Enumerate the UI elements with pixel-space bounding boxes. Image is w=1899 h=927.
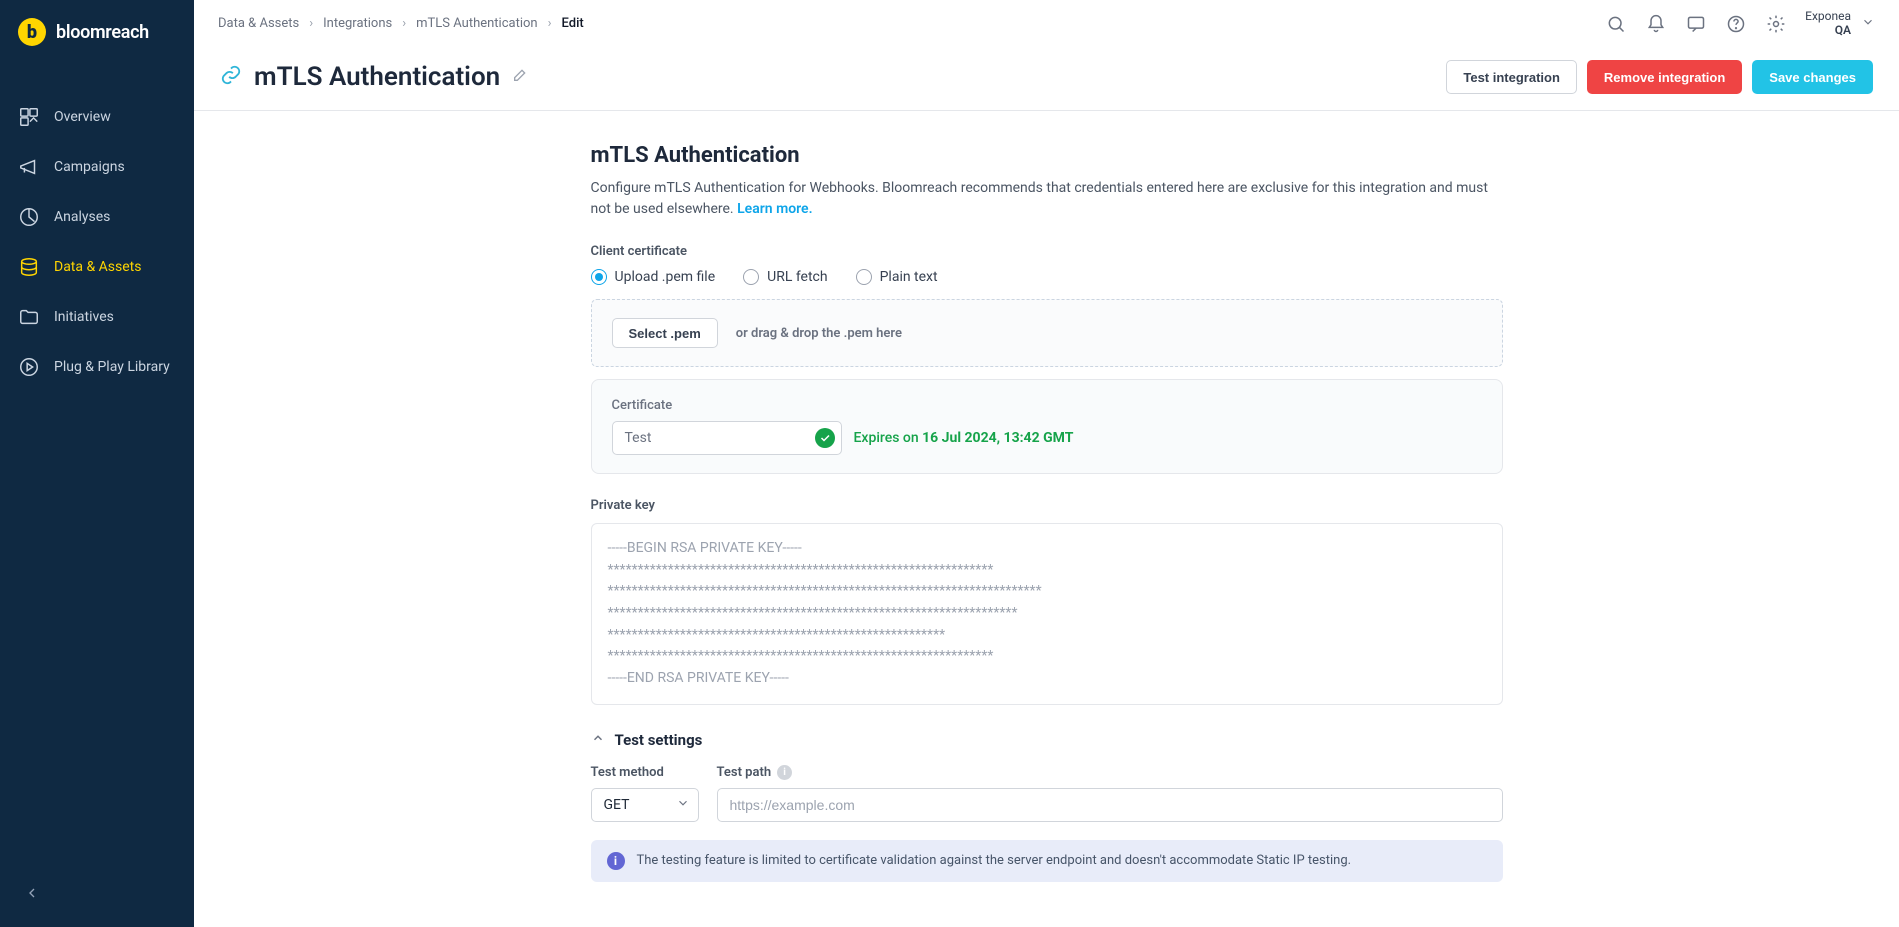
testing-notice: i The testing feature is limited to cert… xyxy=(591,840,1503,882)
info-circle-icon: i xyxy=(607,852,625,870)
notifications-button[interactable] xyxy=(1645,13,1667,35)
dropzone-hint: or drag & drop the .pem here xyxy=(736,326,902,341)
logo-badge: b xyxy=(18,18,46,46)
page-header: mTLS Authentication Test integration Rem… xyxy=(194,48,1899,111)
radio-url-fetch[interactable]: URL fetch xyxy=(743,269,827,285)
breadcrumb-link[interactable]: Data & Assets xyxy=(218,16,299,31)
collapse-sidebar-button[interactable] xyxy=(18,879,46,907)
sidebar-item-overview[interactable]: Overview xyxy=(0,92,194,142)
radio-label: Upload .pem file xyxy=(615,269,716,285)
megaphone-icon xyxy=(18,156,40,178)
edit-title-button[interactable] xyxy=(512,67,528,87)
sidebar-item-label: Campaigns xyxy=(54,159,125,175)
test-settings-row: Test method GET Test path i xyxy=(591,765,1503,822)
chevron-down-icon xyxy=(1861,15,1875,33)
test-settings-toggle[interactable]: Test settings xyxy=(591,731,1503,749)
chevron-right-icon: › xyxy=(309,16,313,31)
chevron-down-icon xyxy=(676,796,690,814)
section-description: Configure mTLS Authentication for Webhoo… xyxy=(591,178,1503,220)
section-title: mTLS Authentication xyxy=(591,143,1503,168)
sidebar-item-label: Analyses xyxy=(54,209,110,225)
test-method-label: Test method xyxy=(591,765,699,780)
gear-icon xyxy=(1766,14,1786,34)
main-nav: Overview Campaigns Analyses Data & Asset… xyxy=(0,64,194,392)
remove-integration-button[interactable]: Remove integration xyxy=(1587,60,1742,94)
breadcrumb-current: Edit xyxy=(562,16,584,31)
help-button[interactable] xyxy=(1725,13,1747,35)
sidebar-item-label: Overview xyxy=(54,109,111,125)
account-org: Exponea xyxy=(1805,10,1851,24)
search-icon xyxy=(1606,14,1626,34)
sidebar-item-analyses[interactable]: Analyses xyxy=(0,192,194,242)
folder-icon xyxy=(18,306,40,328)
save-changes-button[interactable]: Save changes xyxy=(1752,60,1873,94)
radio-label: URL fetch xyxy=(767,269,827,285)
sidebar-item-campaigns[interactable]: Campaigns xyxy=(0,142,194,192)
select-pem-button[interactable]: Select .pem xyxy=(612,318,718,348)
test-path-label: Test path i xyxy=(717,765,1503,780)
play-circle-icon xyxy=(18,356,40,378)
sidebar-item-initiatives[interactable]: Initiatives xyxy=(0,292,194,342)
dashboard-icon xyxy=(18,106,40,128)
breadcrumb: Data & Assets › Integrations › mTLS Auth… xyxy=(218,16,584,31)
sidebar-item-label: Initiatives xyxy=(54,309,114,325)
pencil-icon xyxy=(512,67,528,83)
logo[interactable]: b bloomreach xyxy=(0,14,194,64)
certificate-expiry: Expires on 16 Jul 2024, 13:42 GMT xyxy=(854,430,1074,446)
check-circle-icon xyxy=(815,428,835,448)
chevron-up-icon xyxy=(591,731,605,749)
logo-text: bloomreach xyxy=(56,22,149,43)
account-env: QA xyxy=(1835,24,1851,38)
content: mTLS Authentication Configure mTLS Authe… xyxy=(194,111,1899,927)
certificate-name-value: Test xyxy=(625,430,652,446)
radio-icon xyxy=(856,269,872,285)
private-key-textarea[interactable]: -----BEGIN RSA PRIVATE KEY----- ********… xyxy=(591,523,1503,705)
chevron-right-icon: › xyxy=(548,16,552,31)
database-icon xyxy=(18,256,40,278)
learn-more-link[interactable]: Learn more. xyxy=(737,201,812,217)
test-integration-button[interactable]: Test integration xyxy=(1446,60,1577,94)
sidebar: b bloomreach Overview Campaigns Analyses… xyxy=(0,0,194,927)
topbar: Data & Assets › Integrations › mTLS Auth… xyxy=(194,0,1899,48)
sidebar-item-label: Plug & Play Library xyxy=(54,359,170,375)
sidebar-item-plug-play[interactable]: Plug & Play Library xyxy=(0,342,194,392)
page-title: mTLS Authentication xyxy=(254,62,500,92)
pem-dropzone[interactable]: Select .pem or drag & drop the .pem here xyxy=(591,299,1503,367)
radio-label: Plain text xyxy=(880,269,938,285)
settings-button[interactable] xyxy=(1765,13,1787,35)
client-cert-label: Client certificate xyxy=(591,244,1503,259)
chart-icon xyxy=(18,206,40,228)
cert-source-radio-group: Upload .pem file URL fetch Plain text xyxy=(591,269,1503,285)
radio-icon xyxy=(591,269,607,285)
test-settings-title: Test settings xyxy=(615,731,703,749)
sidebar-item-data-assets[interactable]: Data & Assets xyxy=(0,242,194,292)
chat-icon xyxy=(1686,14,1706,34)
link-icon xyxy=(220,64,242,90)
messages-button[interactable] xyxy=(1685,13,1707,35)
certificate-label: Certificate xyxy=(612,398,1482,413)
info-icon[interactable]: i xyxy=(777,765,792,780)
certificate-name-field[interactable]: Test xyxy=(612,421,842,455)
breadcrumb-link[interactable]: mTLS Authentication xyxy=(416,16,537,31)
topbar-actions: Exponea QA xyxy=(1605,10,1875,38)
chevron-right-icon: › xyxy=(402,16,406,31)
radio-plain-text[interactable]: Plain text xyxy=(856,269,938,285)
search-button[interactable] xyxy=(1605,13,1627,35)
bell-icon xyxy=(1646,14,1666,34)
certificate-card: Certificate Test Expires on 16 Jul 2024,… xyxy=(591,379,1503,474)
notice-text: The testing feature is limited to certif… xyxy=(637,853,1352,868)
main-area: Data & Assets › Integrations › mTLS Auth… xyxy=(194,0,1899,927)
test-method-select[interactable]: GET xyxy=(591,788,699,822)
account-switcher[interactable]: Exponea QA xyxy=(1805,10,1875,38)
radio-upload-pem[interactable]: Upload .pem file xyxy=(591,269,716,285)
sidebar-item-label: Data & Assets xyxy=(54,259,141,275)
breadcrumb-link[interactable]: Integrations xyxy=(323,16,392,31)
private-key-label: Private key xyxy=(591,498,1503,513)
test-path-input[interactable] xyxy=(717,788,1503,822)
radio-icon xyxy=(743,269,759,285)
help-icon xyxy=(1726,14,1746,34)
test-method-value: GET xyxy=(604,797,630,813)
sidebar-footer xyxy=(0,865,194,927)
